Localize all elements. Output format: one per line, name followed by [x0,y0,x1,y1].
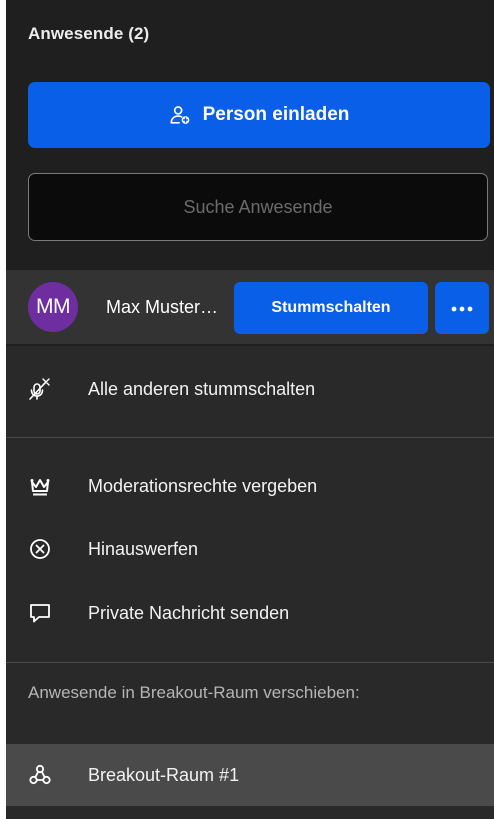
more-dots-icon [451,299,473,317]
participant-row[interactable]: MM Max Mustermann Stummschalten [6,270,494,344]
menu-divider [6,662,494,663]
menu-item-private-message[interactable]: Private Nachricht senden [6,582,494,644]
more-options-button[interactable] [435,282,489,334]
menu-item-kick[interactable]: Hinauswerfen [6,518,494,580]
participant-name: Max Mustermann [106,297,221,317]
invite-person-button[interactable]: Person einladen [28,82,490,148]
message-bubble-icon [28,601,52,625]
invite-person-label: Person einladen [202,104,350,125]
add-person-icon [169,104,191,126]
menu-item-label: Breakout-Raum #1 [88,764,240,785]
crown-icon [28,474,52,498]
search-participants-input[interactable] [29,173,487,241]
search-participants-field[interactable] [28,173,488,241]
mute-all-icon [28,377,52,401]
menu-item-mute-all[interactable]: Alle anderen stummschalten [6,358,494,420]
menu-item-grant-moderation[interactable]: Moderationsrechte vergeben [6,455,494,517]
menu-item-breakout-room-1[interactable]: Breakout-Raum #1 [6,744,494,806]
breakout-section-label: Anwesende in Breakout-Raum verschieben: [28,683,360,702]
menu-item-label: Moderationsrechte vergeben [88,475,318,496]
participants-panel: Anwesende (2) Person einladen MM Max Mus… [6,0,494,819]
participant-context-menu: Alle anderen stummschalten Moderationsre… [6,346,494,819]
panel-title: Anwesende (2) [28,24,150,43]
mute-button[interactable]: Stummschalten [234,282,428,334]
menu-item-label: Alle anderen stummschalten [88,378,316,399]
menu-divider [6,437,494,438]
avatar: MM [28,282,78,332]
breakout-room-icon [28,763,52,787]
menu-item-label: Private Nachricht senden [88,602,290,623]
menu-item-label: Hinauswerfen [88,538,199,559]
kick-circle-x-icon [28,537,52,561]
